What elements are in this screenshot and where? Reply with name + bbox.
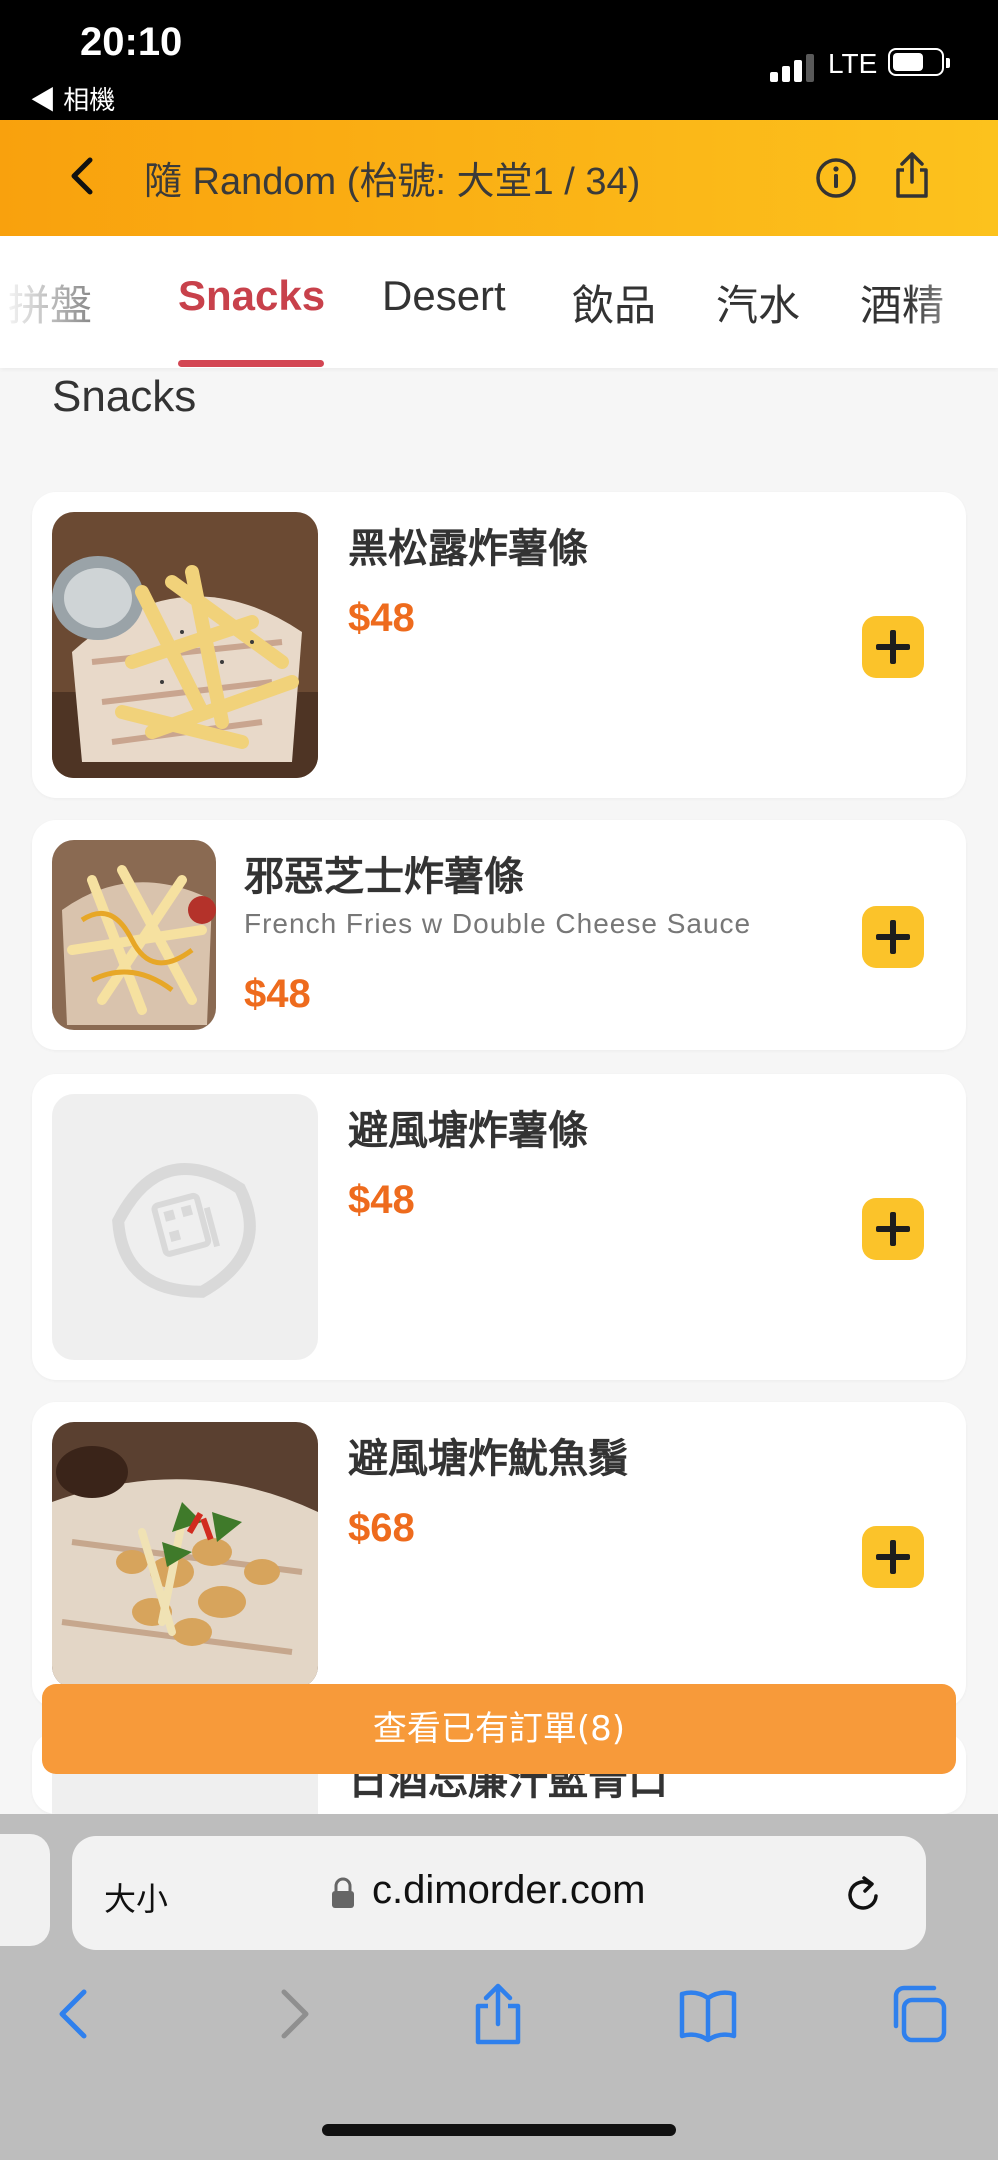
battery-icon <box>888 48 950 76</box>
network-label: LTE <box>828 48 878 79</box>
app-header: 隨 Random (枱號: 大堂1 / 34) <box>0 120 998 236</box>
item-name: 邪惡芝士炸薯條 <box>244 854 524 900</box>
url-text: c.dimorder.com <box>372 1868 646 1912</box>
squid-tentacles-image <box>52 1422 318 1688</box>
item-price: $48 <box>244 972 311 1016</box>
signal-icon <box>770 52 820 82</box>
section-title: Snacks <box>52 372 197 421</box>
menu-item-card[interactable]: 避風塘炸魷魚鬚 $68 <box>32 1402 966 1708</box>
tab-soda[interactable]: 汽水 <box>716 272 800 333</box>
tabs-icon[interactable] <box>890 1982 950 2046</box>
page-title: 隨 Random (枱號: 大堂1 / 34) <box>144 161 641 203</box>
share-icon[interactable] <box>468 1982 528 2046</box>
add-to-cart-button[interactable] <box>862 1526 924 1588</box>
placeholder-image <box>52 1094 318 1360</box>
tab-desert[interactable]: Desert <box>382 272 506 320</box>
lock-icon <box>332 1877 354 1908</box>
item-name: 黑松露炸薯條 <box>348 526 588 572</box>
forward-icon[interactable] <box>262 1982 322 2046</box>
item-price: $48 <box>348 596 415 640</box>
menu-item-card[interactable]: 黑松露炸薯條 $48 <box>32 492 966 798</box>
placeholder-logo-icon <box>112 1163 256 1298</box>
add-to-cart-button[interactable] <box>862 1198 924 1260</box>
tab-drinks[interactable]: 飲品 <box>572 272 656 333</box>
share-icon[interactable] <box>888 150 936 202</box>
item-price: $68 <box>348 1506 415 1550</box>
item-subtitle: French Fries w Double Cheese Sauce <box>244 908 752 939</box>
back-to-camera-link[interactable]: ◀ 相機 <box>30 80 115 117</box>
add-to-cart-button[interactable] <box>862 616 924 678</box>
previous-tab-pill[interactable] <box>0 1834 50 1946</box>
tab-snacks[interactable]: Snacks <box>178 272 325 320</box>
add-to-cart-button[interactable] <box>862 906 924 968</box>
home-indicator <box>322 2124 676 2136</box>
reload-icon[interactable] <box>842 1870 886 1918</box>
item-name: 避風塘炸魷魚鬚 <box>348 1436 628 1482</box>
text-size-button[interactable]: 大小 <box>104 1874 168 1920</box>
cheese-fries-image <box>52 840 216 1030</box>
item-price: $48 <box>348 1178 415 1222</box>
clock: 20:10 <box>80 20 183 64</box>
tabs-fade-right <box>908 236 998 368</box>
tabs-fade-left <box>0 236 110 368</box>
status-bar: 20:10 ◀ 相機 LTE <box>0 0 998 120</box>
truffle-fries-image <box>52 512 318 778</box>
view-orders-button[interactable]: 查看已有訂單(8) <box>42 1684 956 1774</box>
back-icon[interactable] <box>46 1982 106 2046</box>
item-name: 避風塘炸薯條 <box>348 1108 588 1154</box>
info-icon[interactable] <box>812 154 860 202</box>
menu-item-card[interactable]: 避風塘炸薯條 $48 <box>32 1074 966 1380</box>
bookmarks-icon[interactable] <box>678 1982 738 2046</box>
category-tabs: 拼盤 Snacks Desert 飲品 汽水 酒精 <box>0 236 998 368</box>
active-tab-indicator <box>178 360 324 367</box>
menu-item-card[interactable]: 邪惡芝士炸薯條 French Fries w Double Cheese Sau… <box>32 820 966 1050</box>
address-bar[interactable]: 大小 c.dimorder.com <box>72 1836 926 1950</box>
back-arrow-icon[interactable] <box>62 154 106 198</box>
browser-toolbar: 大小 c.dimorder.com <box>0 1814 998 2160</box>
